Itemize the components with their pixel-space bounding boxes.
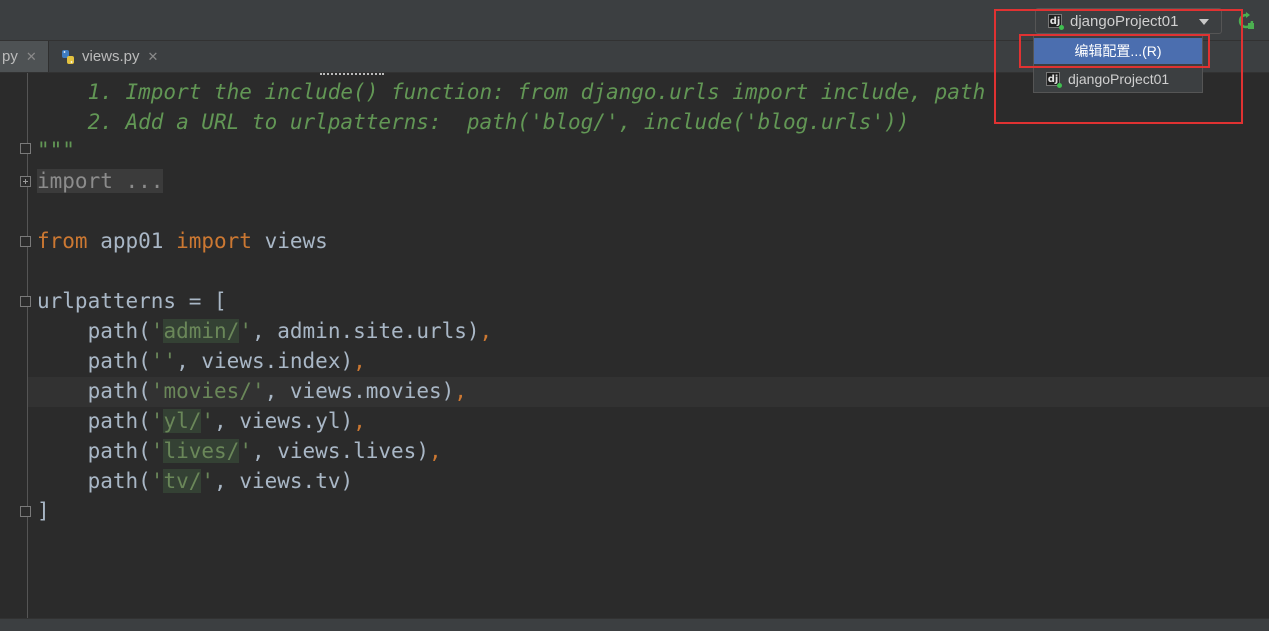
tab-urls-py[interactable]: py ✕ bbox=[0, 41, 49, 72]
keyword-import: import bbox=[176, 229, 252, 253]
python-file-icon bbox=[62, 49, 74, 64]
code-line: 1. Import the include() function: from d… bbox=[37, 80, 986, 104]
code-line: ] bbox=[37, 499, 50, 523]
code-line: import ... bbox=[37, 166, 164, 196]
route-string: movies/ bbox=[163, 379, 252, 403]
code-line: urlpatterns = [ bbox=[37, 289, 227, 313]
gutter-separator bbox=[27, 73, 28, 618]
expand-icon[interactable] bbox=[20, 176, 31, 187]
close-icon[interactable]: ✕ bbox=[148, 49, 159, 65]
folded-imports[interactable]: import ... bbox=[37, 169, 164, 193]
route-line: path('admin/', admin.site.urls), bbox=[87, 319, 493, 343]
imported-name: views bbox=[251, 229, 328, 253]
fold-icon[interactable] bbox=[20, 143, 31, 154]
route-string: admin/ bbox=[163, 319, 240, 343]
route-string: lives/ bbox=[163, 439, 240, 463]
route-string: tv/ bbox=[163, 469, 202, 493]
route-string: yl/ bbox=[163, 409, 202, 433]
tab-label: views.py bbox=[82, 48, 140, 65]
route-line: path('yl/', views.yl), bbox=[87, 409, 366, 433]
keyword-from: from bbox=[37, 229, 88, 253]
code-line: 2. Add a URL to urlpatterns: path('blog/… bbox=[37, 110, 910, 134]
fold-icon[interactable] bbox=[20, 506, 31, 517]
fold-icon[interactable] bbox=[20, 236, 31, 247]
route-line: path('lives/', views.lives), bbox=[87, 439, 442, 463]
annotation-box-inner bbox=[1019, 34, 1210, 68]
route-line: path('movies/', views.movies), bbox=[87, 379, 467, 403]
route-line: path('tv/', views.tv) bbox=[87, 469, 354, 493]
close-icon[interactable]: ✕ bbox=[26, 49, 37, 65]
fold-icon[interactable] bbox=[20, 296, 31, 307]
status-bar bbox=[0, 618, 1269, 631]
module-name: app01 bbox=[87, 229, 177, 253]
code-line: """ bbox=[37, 138, 75, 162]
tab-label: py bbox=[2, 48, 18, 65]
route-line: path('', views.index), bbox=[87, 349, 366, 373]
tab-views-py[interactable]: views.py ✕ bbox=[50, 41, 170, 72]
code-line: from app01 import views bbox=[37, 226, 328, 256]
